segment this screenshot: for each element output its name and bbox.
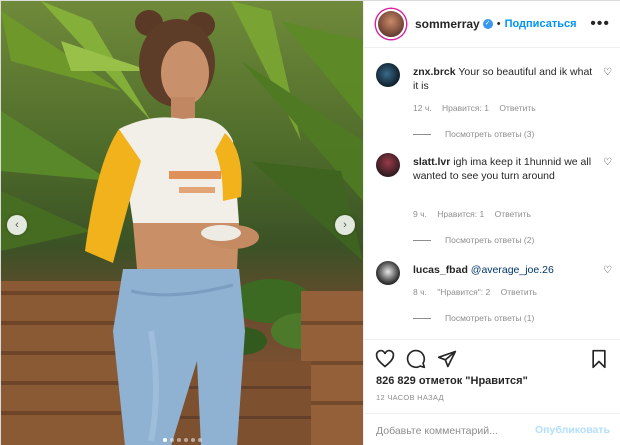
commenter-username[interactable]: lucas_fbad: [413, 264, 468, 276]
replies-line: [413, 133, 431, 135]
commenter-username[interactable]: slatt.lvr: [413, 156, 450, 168]
replies-line: [413, 317, 431, 319]
comment-likes[interactable]: Нравится: 1: [437, 209, 484, 219]
comment-text: slatt.lvr igh ima keep it 1hunnid we all…: [413, 155, 593, 183]
comment-time: 8 ч.: [413, 287, 427, 297]
carousel-dot: [197, 438, 202, 442]
view-replies-button[interactable]: Посмотреть ответы (1): [413, 313, 534, 323]
author-avatar[interactable]: [376, 9, 406, 39]
add-comment-bar: Опубликовать: [364, 413, 620, 445]
view-replies-label: Посмотреть ответы (2): [445, 235, 535, 245]
comments-list: znx.brck Your so beautiful and ik what i…: [364, 49, 620, 339]
post-photo[interactable]: ‹ ›: [1, 1, 363, 445]
view-replies-label: Посмотреть ответы (1): [445, 313, 535, 323]
comment-icon[interactable]: [406, 349, 426, 369]
commenter-avatar[interactable]: [376, 153, 400, 177]
post-modal: ‹ › sommerray ✓ • Подписаться ••• znx.br…: [0, 0, 620, 445]
like-comment-icon[interactable]: ♡: [603, 157, 612, 168]
comment-meta: 12 ч. Нравится: 1 Ответить: [413, 103, 544, 113]
view-replies-button[interactable]: Посмотреть ответы (3): [413, 129, 534, 139]
comment-likes[interactable]: Нравится: 1: [442, 103, 489, 113]
comment-text: lucas_fbad @average_joe.26: [413, 263, 593, 277]
comment-time: 9 ч.: [413, 209, 427, 219]
comment-likes[interactable]: "Нравится": 2: [437, 287, 490, 297]
reply-button[interactable]: Ответить: [499, 103, 535, 113]
comment-mention[interactable]: @average_joe.26: [471, 264, 554, 276]
carousel-dot: [190, 438, 195, 442]
verified-icon: ✓: [482, 19, 493, 29]
post-actions: [364, 339, 620, 379]
carousel-dot: [183, 438, 188, 442]
carousel-next-button[interactable]: ›: [335, 215, 355, 235]
carousel-prev-button[interactable]: ‹: [7, 215, 27, 235]
more-options-icon[interactable]: •••: [590, 15, 610, 33]
replies-line: [413, 239, 431, 241]
reply-button[interactable]: Ответить: [501, 287, 537, 297]
comment-meta: 8 ч. "Нравится": 2 Ответить: [413, 287, 545, 297]
post-header: sommerray ✓ • Подписаться •••: [364, 1, 620, 48]
comment-time: 12 ч.: [413, 103, 432, 113]
publish-button[interactable]: Опубликовать: [535, 424, 610, 436]
chevron-left-icon: ‹: [15, 219, 19, 231]
header-separator: •: [496, 18, 501, 30]
comment-item: znx.brck Your so beautiful and ik what i…: [376, 63, 612, 153]
commenter-username[interactable]: znx.brck: [413, 66, 456, 78]
heart-icon[interactable]: [375, 349, 395, 369]
comment-input[interactable]: [376, 422, 526, 440]
comment-item: lucas_fbad @average_joe.26 ♡ 8 ч. "Нрави…: [376, 261, 612, 341]
likes-count[interactable]: 826 829 отметок "Нравится": [376, 375, 528, 387]
chevron-right-icon: ›: [343, 219, 347, 231]
author-username[interactable]: sommerray: [415, 17, 480, 31]
carousel-dot: [162, 438, 167, 442]
comment-meta: 9 ч. Нравится: 1 Ответить: [413, 209, 539, 219]
follow-button[interactable]: Подписаться: [505, 18, 577, 30]
share-icon[interactable]: [437, 349, 457, 369]
post-timestamp: 12 ЧАСОВ НАЗАД: [376, 393, 444, 402]
bookmark-icon[interactable]: [589, 349, 609, 369]
comment-text: znx.brck Your so beautiful and ik what i…: [413, 65, 593, 93]
carousel-dot: [176, 438, 181, 442]
comment-item: slatt.lvr igh ima keep it 1hunnid we all…: [376, 153, 612, 253]
commenter-avatar[interactable]: [376, 261, 400, 285]
view-replies-button[interactable]: Посмотреть ответы (2): [413, 235, 534, 245]
carousel-indicator: [1, 438, 363, 442]
like-comment-icon[interactable]: ♡: [603, 67, 612, 78]
post-sidebar: sommerray ✓ • Подписаться ••• znx.brck Y…: [363, 1, 620, 445]
like-comment-icon[interactable]: ♡: [603, 265, 612, 276]
carousel-dot: [169, 438, 174, 442]
reply-button[interactable]: Ответить: [495, 209, 531, 219]
commenter-avatar[interactable]: [376, 63, 400, 87]
photo-illustration: [1, 1, 363, 445]
view-replies-label: Посмотреть ответы (3): [445, 129, 535, 139]
